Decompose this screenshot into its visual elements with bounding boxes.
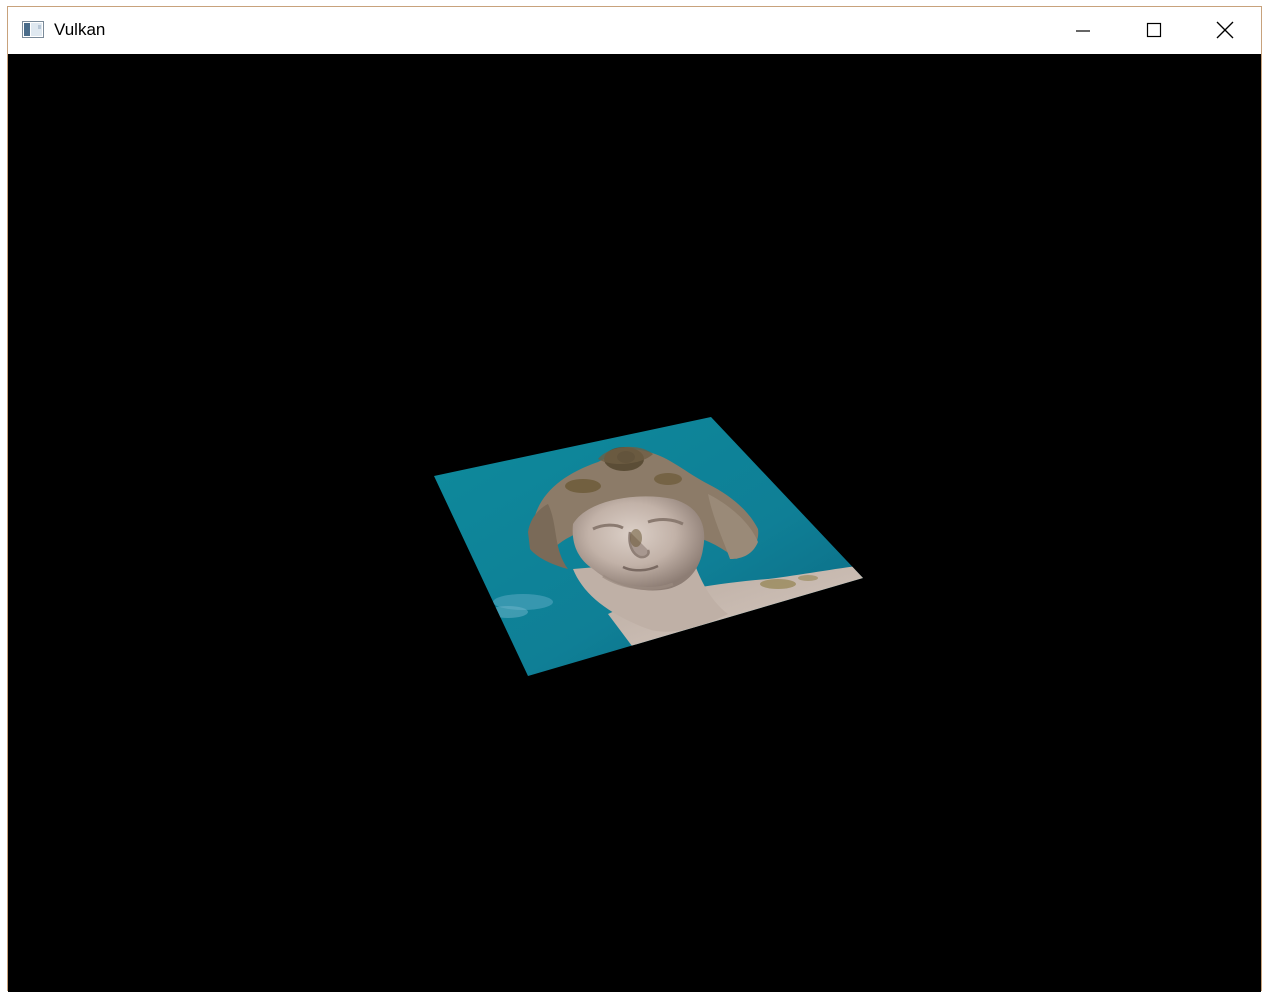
window-title: Vulkan [54,20,106,39]
maximize-icon [1146,22,1162,38]
render-viewport[interactable] [8,54,1261,992]
minimize-button[interactable] [1048,7,1118,53]
title-bar[interactable]: Vulkan [8,7,1261,53]
textured-quad [434,417,863,676]
maximize-button[interactable] [1119,7,1189,53]
minimize-icon [1076,30,1090,32]
app-window: Vulkan [7,6,1262,992]
close-button[interactable] [1190,7,1260,53]
application-window-icon [22,21,44,38]
close-icon [1216,21,1234,39]
